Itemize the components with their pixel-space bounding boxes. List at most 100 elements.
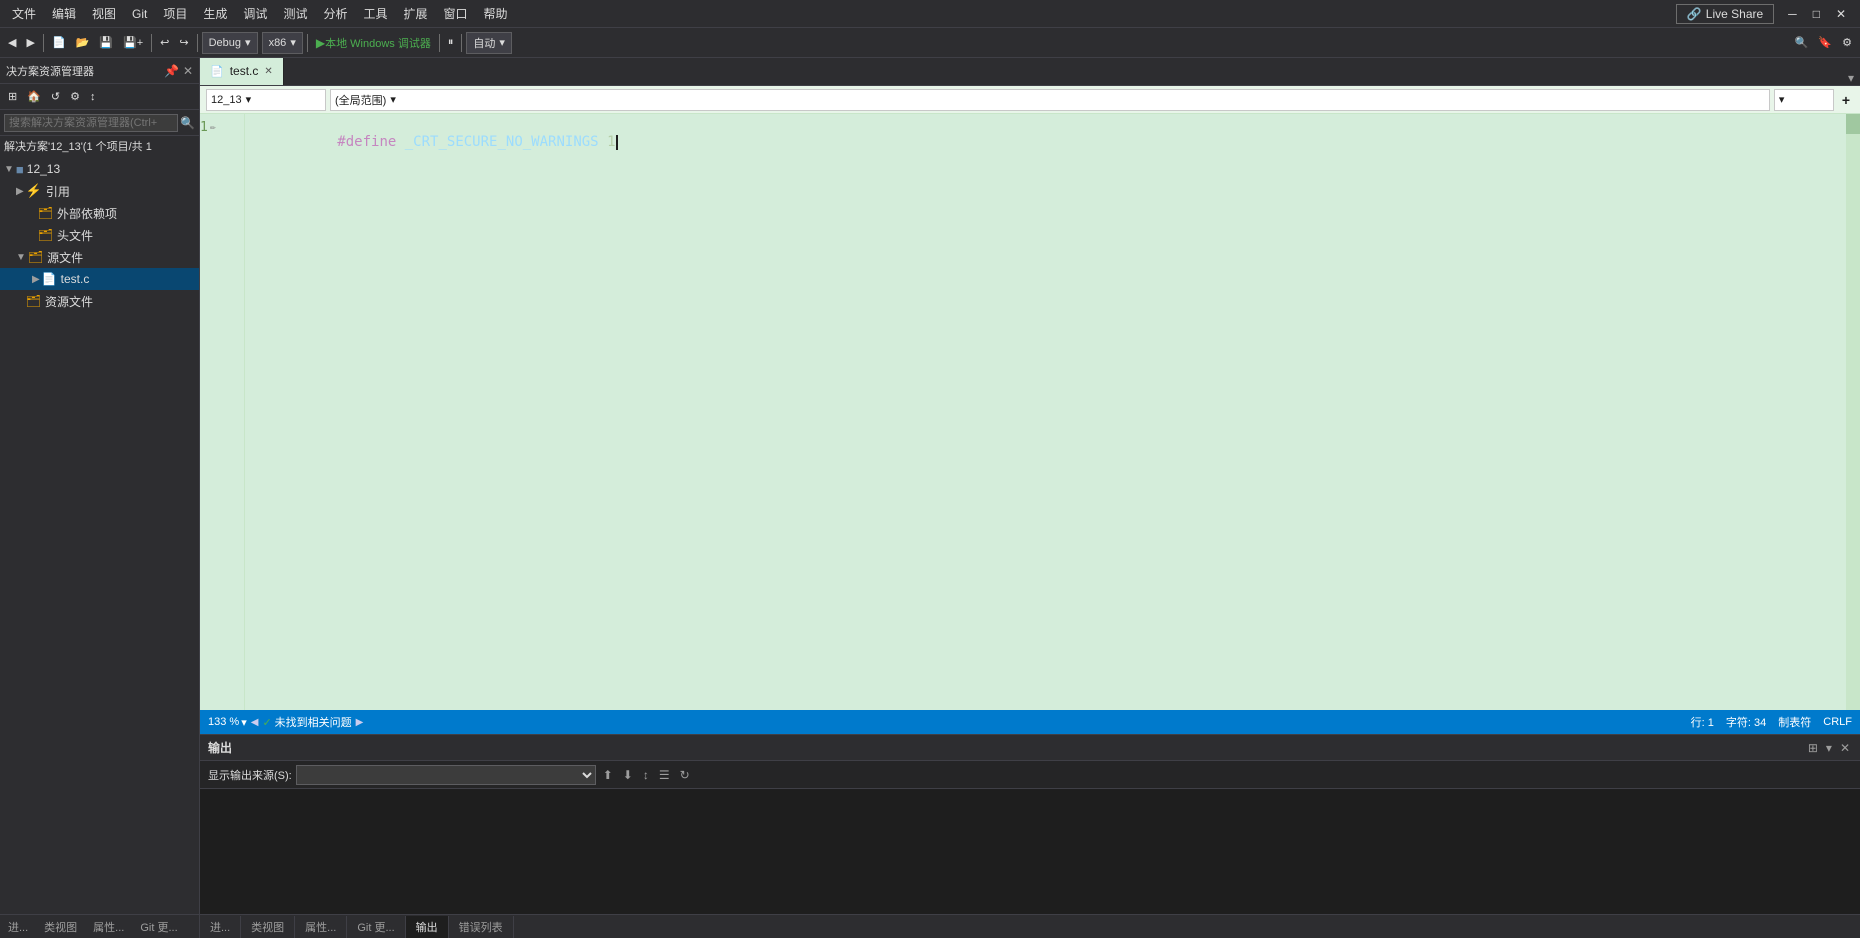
sidebar-new-solution-icon[interactable]: ⊞ <box>4 88 21 105</box>
sidebar-home-icon[interactable]: 🏠 <box>23 88 45 105</box>
sidebar-pin-icon[interactable]: 📌 <box>164 64 179 78</box>
menu-file[interactable]: 文件 <box>4 1 44 26</box>
menubar: 文件 编辑 视图 Git 项目 生成 调试 测试 分析 工具 扩展 窗口 帮助 … <box>0 0 1860 28</box>
tab-testc-close[interactable]: ✕ <box>264 66 272 77</box>
toolbar-new-file-btn[interactable]: 📄 <box>48 34 70 51</box>
menu-git[interactable]: Git <box>124 3 155 25</box>
menu-view[interactable]: 视图 <box>84 1 124 26</box>
sidebar-tab-classview[interactable]: 类视图 <box>36 916 85 938</box>
tree-item-resources[interactable]: ▶ 🗂 资源文件 <box>0 290 199 312</box>
window-maximize-icon[interactable]: □ <box>1807 5 1826 23</box>
sidebar-toolbar: ⊞ 🏠 ↺ ⚙ ↕ <box>0 84 199 110</box>
tree-arrow-sources: ▼ <box>16 252 26 263</box>
tree-item-project[interactable]: ▼ ■ 12_13 <box>0 158 199 180</box>
nav-right-dropdown[interactable]: ▾ <box>1774 89 1834 111</box>
editor-nav: 12_13 ▾ (全局范围) ▾ ▾ + <box>200 86 1860 114</box>
window-close-icon[interactable]: ✕ <box>1830 5 1852 23</box>
toolbar-bookmark-btn[interactable]: 🔖 <box>1814 34 1836 51</box>
menu-analyze[interactable]: 分析 <box>315 1 355 26</box>
status-no-issues[interactable]: ✓ 未找到相关问题 <box>262 714 351 730</box>
sidebar-tree: ▼ ■ 12_13 ▶ ⚡ 引用 ▶ 🗂 外部依赖项 ▶ 🗂 头文件 <box>0 156 199 914</box>
menu-edit[interactable]: 编辑 <box>44 1 84 26</box>
sidebar-tab-properties[interactable]: 属性... <box>85 916 132 938</box>
output-collapse-icon[interactable]: ▾ <box>1824 739 1834 757</box>
menu-help[interactable]: 帮助 <box>476 1 516 26</box>
bottom-tab-solution[interactable]: 进... <box>200 916 241 938</box>
nav-location-dropdown[interactable]: 12_13 ▾ <box>206 89 326 111</box>
tree-item-sources[interactable]: ▼ 🗂 源文件 <box>0 246 199 268</box>
nav-add-btn[interactable]: + <box>1838 90 1854 110</box>
sidebar-header: 决方案资源管理器 📌 ✕ <box>0 58 199 84</box>
menu-extensions[interactable]: 扩展 <box>395 1 435 26</box>
code-editor[interactable]: 1 ✏ #define _CRT_SECURE_NO_WARNINGS 1 <box>200 114 1860 710</box>
output-btn-2[interactable]: ⬇ <box>620 766 636 784</box>
output-btn-3[interactable]: ↕ <box>640 766 652 784</box>
platform-dropdown[interactable]: x86 ▾ <box>262 32 303 54</box>
output-btn-refresh[interactable]: ↻ <box>677 766 693 784</box>
sidebar-search-input[interactable] <box>4 114 178 132</box>
bottom-tab-properties[interactable]: 属性... <box>295 916 347 938</box>
sidebar-close-icon[interactable]: ✕ <box>183 64 193 78</box>
zoom-dropdown[interactable]: 133 % ▾ <box>208 716 247 729</box>
sidebar-tab-git[interactable]: Git 更... <box>132 916 185 938</box>
solution-label-text: 解决方案'12_13'(1 个项目/共 1 <box>4 138 152 154</box>
nav-scope-dropdown[interactable]: (全局范围) ▾ <box>330 89 1770 111</box>
live-share-button[interactable]: 🔗 Live Share <box>1676 4 1774 24</box>
output-float-icon[interactable]: ⊞ <box>1806 739 1820 757</box>
output-content <box>200 789 1860 914</box>
menu-items: 文件 编辑 视图 Git 项目 生成 调试 测试 分析 工具 扩展 窗口 帮助 <box>4 1 1676 26</box>
toolbar-save-btn[interactable]: 💾 <box>95 34 117 51</box>
tree-item-testc[interactable]: ▶ 📄 test.c <box>0 268 199 290</box>
run-debugger-btn[interactable]: ▶ 本地 Windows 调试器 <box>312 33 435 53</box>
sidebar-refresh-icon[interactable]: ↺ <box>47 88 64 105</box>
menu-test[interactable]: 测试 <box>275 1 315 26</box>
toolbar-back-btn[interactable]: ◀ <box>4 34 20 51</box>
editor-vertical-scrollbar[interactable] <box>1846 114 1860 710</box>
menu-build[interactable]: 生成 <box>195 1 235 26</box>
output-panel-header-left: 输出 <box>208 739 232 756</box>
bottom-tab-errors[interactable]: 错误列表 <box>449 916 514 938</box>
output-panel-header: 输出 ⊞ ▾ ✕ <box>200 735 1860 761</box>
bottom-tab-classview[interactable]: 类视图 <box>241 916 295 938</box>
scrollbar-thumb[interactable] <box>1846 114 1860 134</box>
tree-arrow-resources: ▶ <box>16 296 24 307</box>
tab-bar-right-arrow[interactable]: ▾ <box>1842 71 1860 85</box>
toolbar-search-btn[interactable]: 🔍 <box>1791 34 1813 51</box>
debug-config-label: Debug <box>209 37 241 49</box>
tree-item-refs[interactable]: ▶ ⚡ 引用 <box>0 180 199 202</box>
platform-arrow: ▾ <box>290 36 296 49</box>
sidebar-collapse-icon[interactable]: ↕ <box>86 89 100 105</box>
toolbar-save-all-btn[interactable]: 💾+ <box>119 34 147 51</box>
menu-debug[interactable]: 调试 <box>235 1 275 26</box>
menu-project[interactable]: 项目 <box>155 1 195 26</box>
toolbar-forward-btn[interactable]: ▶ <box>22 34 38 51</box>
tree-item-ext-deps[interactable]: ▶ 🗂 外部依赖项 <box>0 202 199 224</box>
toolbar-open-btn[interactable]: 📂 <box>72 34 94 51</box>
output-btn-4[interactable]: ☰ <box>656 766 673 784</box>
sidebar-search-icon[interactable]: 🔍 <box>180 116 195 130</box>
auto-dropdown[interactable]: 自动 ▾ <box>466 32 512 54</box>
nav-location-label: 12_13 <box>211 94 242 106</box>
sources-icon: 🗂 <box>28 250 43 264</box>
tab-testc[interactable]: 📄 test.c ✕ <box>200 58 284 85</box>
toolbar-undo-btn[interactable]: ↩ <box>156 34 173 51</box>
menu-tools[interactable]: 工具 <box>355 1 395 26</box>
toolbar-redo-btn[interactable]: ↪ <box>175 34 192 51</box>
toolbar-pause-btn[interactable]: ⏸ <box>444 34 458 51</box>
tree-item-headers[interactable]: ▶ 🗂 头文件 <box>0 224 199 246</box>
sidebar-tab-solution[interactable]: 进... <box>0 916 36 938</box>
output-close-icon[interactable]: ✕ <box>1838 739 1852 757</box>
output-btn-1[interactable]: ⬆ <box>600 766 616 784</box>
menu-window[interactable]: 窗口 <box>436 1 476 26</box>
sidebar-filter-icon[interactable]: ⚙ <box>66 88 84 105</box>
separator-6 <box>461 34 462 52</box>
bottom-tab-output[interactable]: 输出 <box>406 916 449 938</box>
code-content[interactable]: #define _CRT_SECURE_NO_WARNINGS 1 <box>245 114 1846 710</box>
window-minimize-icon[interactable]: ─ <box>1782 5 1803 23</box>
pencil-icon: ✏ <box>210 118 216 138</box>
output-source-dropdown[interactable] <box>296 765 596 785</box>
toolbar-settings-btn[interactable]: ⚙ <box>1838 34 1856 51</box>
no-issues-label: 未找到相关问题 <box>275 714 352 730</box>
bottom-tab-git[interactable]: Git 更... <box>347 916 405 938</box>
debug-config-dropdown[interactable]: Debug ▾ <box>202 32 258 54</box>
